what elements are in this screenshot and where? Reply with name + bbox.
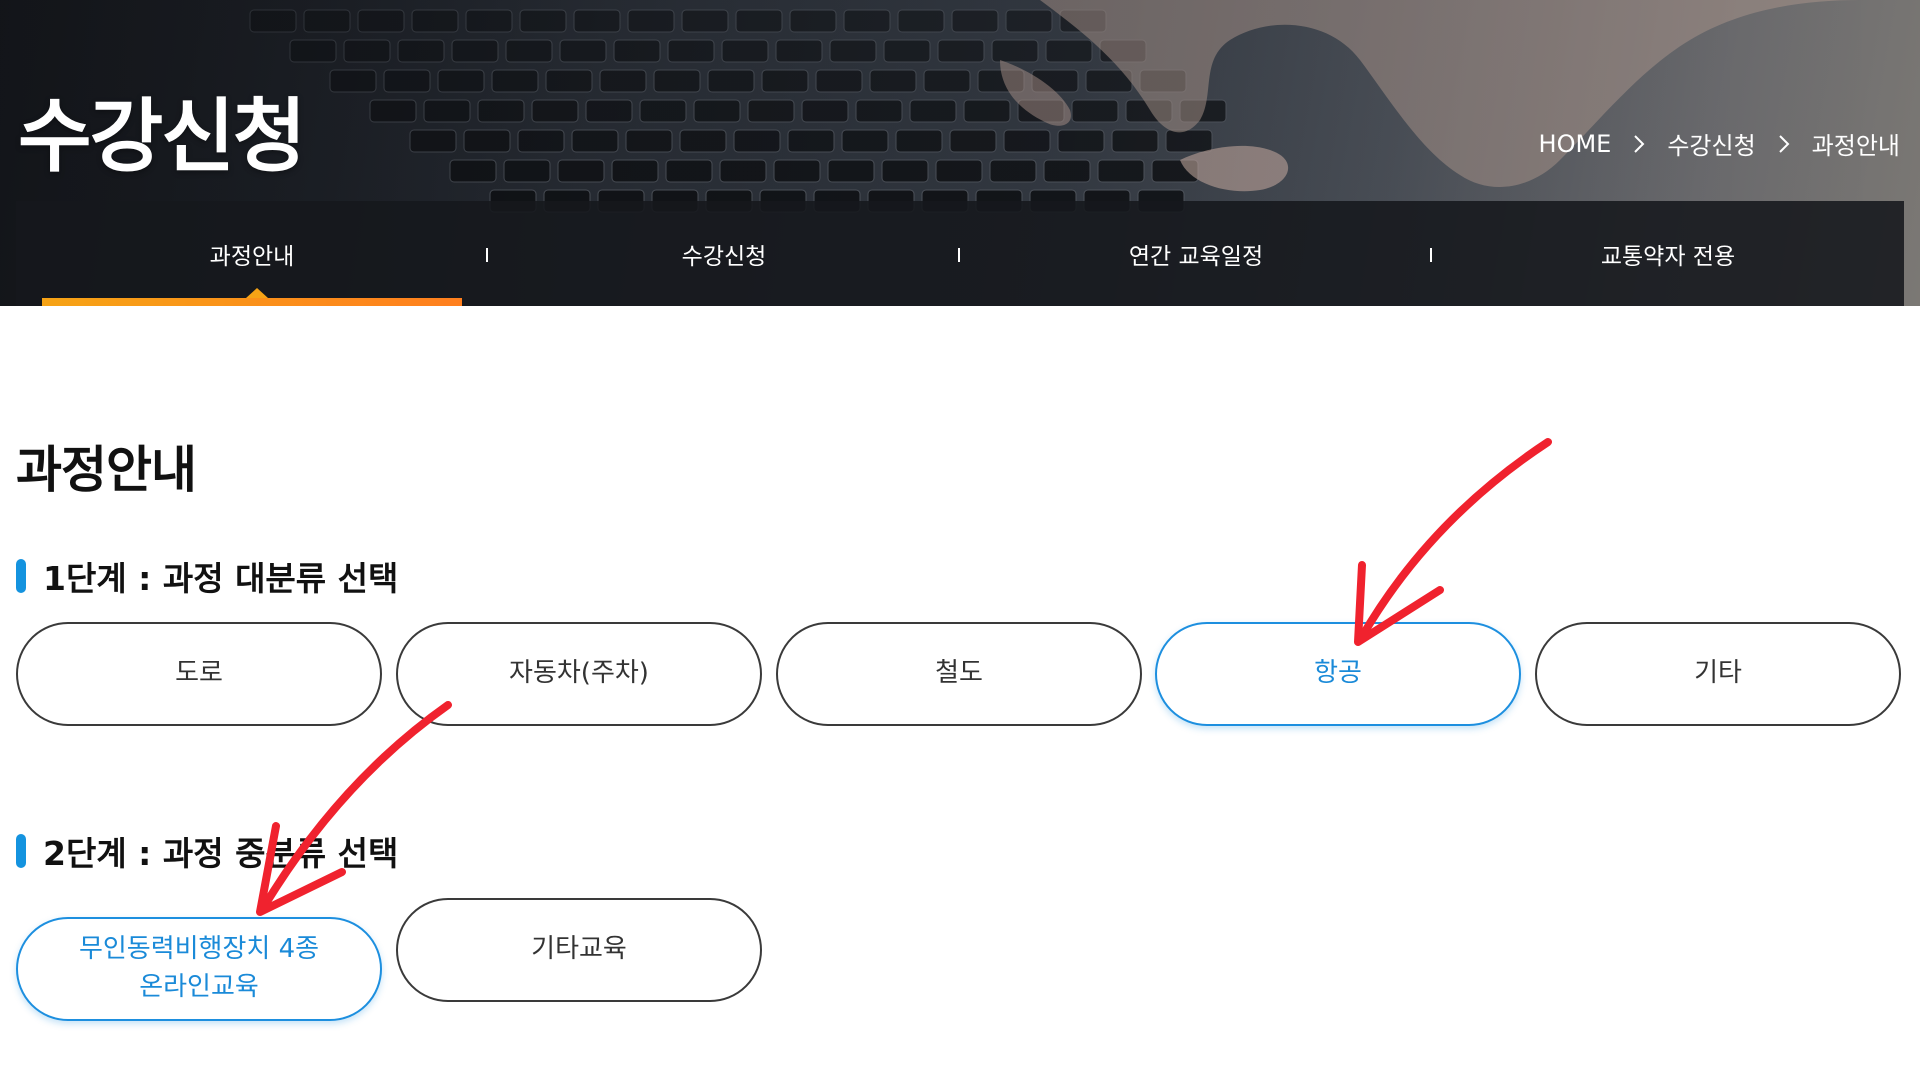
step2-heading-text: 2단계 : 과정 중분류 선택 [43, 834, 399, 873]
button-label: 기타 [1694, 658, 1742, 689]
step1-heading-text: 1단계 : 과정 대분류 선택 [43, 559, 399, 598]
button-label: 도로 [175, 658, 223, 689]
step-marker-icon [16, 834, 26, 868]
tab-label: 교통약자 전용 [1600, 243, 1736, 270]
category-road-button[interactable]: 도로 [16, 622, 382, 726]
breadcrumb-home[interactable]: HOME [1539, 130, 1612, 158]
category-car-parking-button[interactable]: 자동차(주차) [396, 622, 762, 726]
tab-label: 연간 교육일정 [1128, 243, 1264, 270]
step1-heading: 1단계 : 과정 대분류 선택 [16, 552, 398, 600]
step2-heading: 2단계 : 과정 중분류 선택 [16, 827, 398, 875]
subcategory-drone-online-button[interactable]: 무인동력비행장치 4종 온라인교육 [16, 917, 382, 1021]
hero-title: 수강신청 [18, 90, 306, 183]
red-arrow-icon [256, 701, 452, 916]
red-arrow-icon [1354, 438, 1552, 646]
tab-label: 과정안내 [209, 243, 295, 270]
button-label-line2: 온라인교육 [139, 972, 259, 1002]
tab-label: 수강신청 [681, 243, 767, 270]
tab-bar: 과정안내 수강신청 연간 교육일정 교통약자 전용 [16, 201, 1904, 306]
chevron-right-icon [1633, 134, 1645, 154]
step-marker-icon [16, 559, 26, 593]
button-label: 항공 [1314, 658, 1362, 689]
hero-banner: 수강신청 HOME 수강신청 과정안내 과정안내 수강신청 연간 교육일정 교통… [0, 0, 1920, 306]
breadcrumb-enrollment[interactable]: 수강신청 [1667, 126, 1755, 161]
category-railway-button[interactable]: 철도 [776, 622, 1142, 726]
button-label: 자동차(주차) [509, 658, 649, 689]
breadcrumb: HOME 수강신청 과정안내 [1539, 126, 1900, 161]
active-tab-indicator [42, 298, 462, 306]
category-aviation-button[interactable]: 항공 [1155, 622, 1521, 726]
active-tab-caret [246, 288, 268, 298]
button-label: 무인동력비행장치 4종 온라인교육 [79, 931, 319, 1006]
button-label-line1: 무인동력비행장치 4종 [78, 934, 320, 965]
breadcrumb-current[interactable]: 과정안내 [1812, 126, 1900, 161]
chevron-right-icon [1778, 134, 1790, 154]
category-other-button[interactable]: 기타 [1535, 622, 1901, 726]
tab-annual-schedule[interactable]: 연간 교육일정 [960, 201, 1432, 306]
subcategory-other-education-button[interactable]: 기타교육 [396, 898, 762, 1002]
tab-accessibility[interactable]: 교통약자 전용 [1432, 201, 1904, 306]
button-label: 기타교육 [531, 934, 627, 965]
tab-enrollment[interactable]: 수강신청 [488, 201, 960, 306]
button-label: 철도 [935, 658, 983, 689]
page: 수강신청 HOME 수강신청 과정안내 과정안내 수강신청 연간 교육일정 교통… [0, 0, 1920, 1080]
page-title: 과정안내 [16, 441, 197, 499]
